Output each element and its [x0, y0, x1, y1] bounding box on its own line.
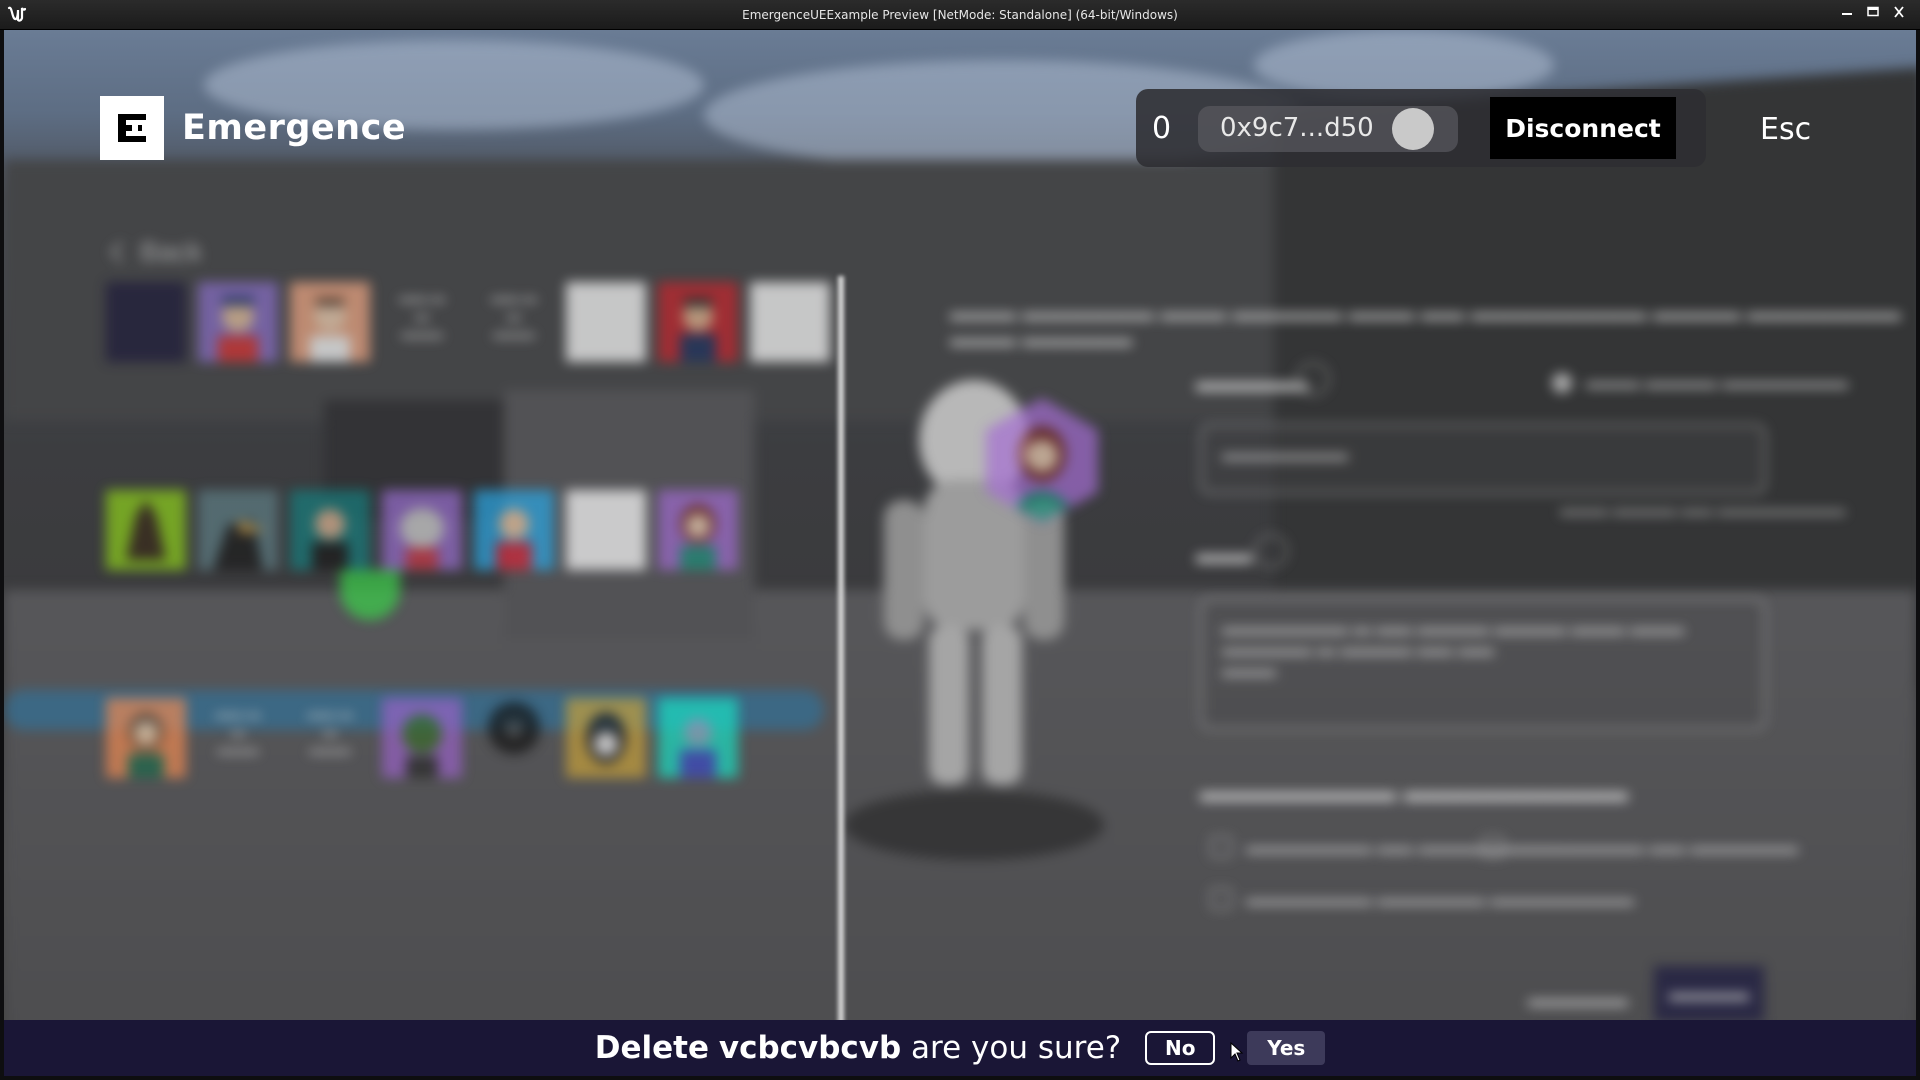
persona-tile[interactable]	[566, 490, 646, 570]
emergence-logo	[100, 96, 164, 160]
persona-tile[interactable]	[198, 490, 278, 570]
bio-label: ▬▬	[1196, 538, 1252, 569]
privacy-settings-heading: ▬▬▬▬▬▬▬ ▬▬▬▬▬▬▬▬	[1200, 776, 1628, 807]
yes-button[interactable]: Yes	[1247, 1031, 1326, 1065]
panel-divider	[838, 276, 844, 1046]
save-button[interactable]: ▬▬▬▬	[1654, 966, 1764, 1022]
close-icon[interactable]	[1888, 4, 1910, 20]
info-icon[interactable]	[1296, 362, 1330, 396]
confirm-suffix: are you sure?	[911, 1030, 1122, 1066]
wallet-avatar-dot[interactable]	[1392, 108, 1434, 150]
confirmation-message: Delete vcbcvbcvb are you sure?	[595, 1030, 1122, 1066]
persona-tile[interactable]: ▬▬ ▬ ▬ ▬▬▬	[198, 698, 278, 778]
brand-name: Emergence	[182, 108, 407, 148]
bio-textarea[interactable]: ▬▬▬▬▬▬▬ ▬ ▬▬ ▬▬▬▬ ▬▬▬▬ ▬▬▬ ▬▬▬ ▬▬▬▬▬ ▬ ▬…	[1200, 598, 1766, 730]
persona-tile[interactable]	[750, 282, 830, 362]
privacy-option[interactable]: ▬▬▬▬▬▬▬ ▬▬▬▬▬▬ ▬▬▬▬▬▬▬▬	[1210, 888, 1634, 910]
persona-tile[interactable]: U	[474, 698, 554, 778]
confirm-prefix: Delete	[594, 1030, 709, 1066]
persona-name: vcbcvbcvb	[718, 1030, 902, 1066]
persona-tile[interactable]	[106, 282, 186, 362]
persona-tile[interactable]	[566, 698, 646, 778]
persona-tile[interactable]	[474, 490, 554, 570]
form-subtitle: ▬▬▬ ▬▬▬▬▬▬ ▬▬▬ ▬▬▬▬▬ ▬▬▬ ▬▬ ▬▬▬▬▬▬▬▬ ▬▬▬…	[950, 300, 1901, 351]
wallet-address: 0x9c7...d50	[1220, 113, 1374, 143]
persona-tile[interactable]	[382, 490, 462, 570]
back-link[interactable]: Back	[108, 236, 202, 268]
selected-persona-avatar[interactable]	[984, 396, 1100, 526]
persona-tile[interactable]: ▬▬ ▬ ▬ ▬▬▬	[382, 282, 462, 362]
persona-tile[interactable]	[382, 698, 462, 778]
name-label: ▬▬▬▬	[1196, 366, 1308, 397]
token-balance: 0	[1152, 111, 1172, 146]
back-label: Back	[140, 236, 203, 267]
persona-tile[interactable]	[658, 490, 738, 570]
persona-tile[interactable]	[198, 282, 278, 362]
persona-tile[interactable]	[566, 282, 646, 362]
minimize-icon[interactable]	[1836, 4, 1858, 20]
esc-button[interactable]: Esc	[1760, 112, 1811, 147]
window-titlebar: EmergenceUEExample Preview [NetMode: Sta…	[0, 0, 1920, 30]
info-icon[interactable]	[1254, 534, 1288, 568]
delete-confirmation-bar: Delete vcbcvbcvb are you sure? No Yes	[4, 1020, 1916, 1076]
window-title: EmergenceUEExample Preview [NetMode: Sta…	[742, 8, 1178, 22]
disconnect-button[interactable]: Disconnect	[1490, 97, 1676, 159]
persona-tile[interactable]	[290, 282, 370, 362]
persona-tile[interactable]: ▬▬ ▬ ▬ ▬▬▬	[290, 698, 370, 778]
maximize-icon[interactable]	[1862, 4, 1884, 20]
name-input[interactable]: ▬▬▬▬▬▬▬	[1200, 424, 1766, 494]
svg-text:U: U	[507, 716, 522, 740]
persona-tile[interactable]: ▬▬ ▬ ▬ ▬▬▬	[474, 282, 554, 362]
emergence-e-logo	[118, 114, 146, 142]
persona-tile[interactable]	[290, 490, 370, 570]
persona-tile[interactable]	[658, 698, 738, 778]
persona-tile[interactable]	[106, 698, 186, 778]
use-this-persona-toggle[interactable]: ▬▬▬ ▬▬▬▬ ▬▬▬▬▬▬▬	[1552, 372, 1848, 393]
required-hint: ▬▬▬ ▬▬▬▬ ▬▬ ▬▬▬▬▬▬▬▬	[1560, 502, 1846, 519]
persona-tile[interactable]	[658, 282, 738, 362]
chevron-left-icon	[109, 240, 124, 264]
no-button[interactable]: No	[1145, 1031, 1216, 1065]
persona-tile[interactable]	[106, 490, 186, 570]
privacy-option[interactable]: ▬▬▬▬▬▬▬ ▬▬ ▬▬▬▬▬▬	[1482, 836, 1798, 858]
mouse-cursor-icon	[1230, 1042, 1244, 1062]
